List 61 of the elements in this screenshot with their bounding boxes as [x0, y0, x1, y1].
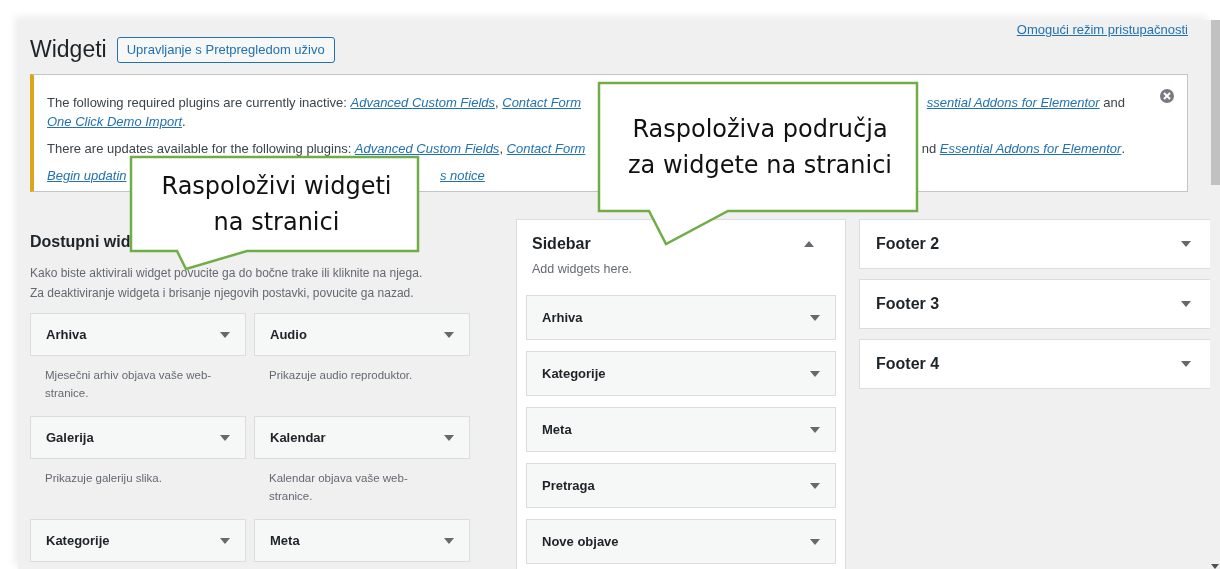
caret-down-icon[interactable] [220, 434, 230, 441]
widget-description: Prikazuje galeriju slika. [44, 471, 163, 486]
caret-down-icon[interactable] [810, 370, 820, 377]
notice-text: The following required plugins are currently inactive: [47, 95, 348, 110]
notice-text: . [1121, 141, 1125, 156]
caret-down-icon[interactable] [444, 434, 454, 441]
section-heading: Dostupni wid [30, 233, 132, 251]
plugin-link[interactable]: Contact Form [506, 141, 586, 156]
widget-item[interactable]: Kalendar [254, 416, 470, 459]
callout-text: Raspoloživi widgeti na stranici [161, 171, 392, 238]
live-preview-button[interactable]: Upravljanje s Pretpregledom uživo [116, 36, 335, 63]
plugin-link[interactable]: Begin updatin [47, 168, 127, 183]
caret-down-icon[interactable] [220, 537, 230, 544]
caret-down-icon[interactable] [220, 331, 230, 338]
caret-down-icon[interactable] [810, 538, 820, 545]
widget-item[interactable]: Meta [526, 407, 836, 452]
notice-text: nd [921, 141, 938, 156]
widget-area-title[interactable]: Footer 4 [876, 355, 940, 373]
plugin-link[interactable]: One Click Demo Import [47, 114, 183, 129]
callout-text: Raspoloživa područja za widgete na stranici [628, 114, 892, 181]
caret-down-icon[interactable] [1181, 361, 1191, 367]
widget-item[interactable]: Nove objave [526, 519, 836, 564]
caret-down-icon[interactable] [444, 537, 454, 544]
caret-down-icon[interactable] [1181, 241, 1191, 247]
widget-area-title[interactable]: Sidebar [532, 235, 591, 253]
widget-item[interactable]: Galerija [30, 416, 246, 459]
widget-item[interactable]: Audio [254, 313, 470, 356]
caret-down-icon[interactable] [810, 482, 820, 489]
widget-description: Mjesečni arhiv objava vaše web-stranice. [44, 368, 213, 401]
caret-down-icon[interactable] [810, 426, 820, 433]
caret-up-icon[interactable] [804, 241, 814, 247]
widget-area-description: Add widgets here. [531, 262, 634, 276]
widget-item[interactable]: Kategorije [30, 519, 246, 562]
widget-item[interactable]: Arhiva [30, 313, 246, 356]
plugin-link[interactable]: ssential Addons for Elementor [926, 95, 1100, 110]
widget-area-title[interactable]: Footer 2 [876, 235, 940, 253]
scroll-down-icon[interactable] [1211, 564, 1219, 569]
caret-down-icon[interactable] [1181, 301, 1191, 307]
widget-item[interactable]: Pretraga [526, 463, 836, 508]
widget-item[interactable]: Kategorije [526, 351, 836, 396]
plugin-link[interactable]: Contact Form [502, 95, 581, 110]
notice-text: , [495, 95, 500, 110]
notice-text: There are updates available for the following plugins: [47, 141, 353, 156]
caret-down-icon[interactable] [444, 331, 454, 338]
plugin-link[interactable]: Essential Addons for Elementor [939, 141, 1122, 156]
section-description: Kako biste aktivirali widget povucite ga do bočne trake ili kliknite na njega. Za deaktiviranje widgeta i brisanje njegovih postavki, povucite ga nazad. [30, 265, 424, 302]
close-icon[interactable] [1159, 88, 1175, 104]
widget-description: Kalendar objava vaše web-stranice. [268, 471, 409, 504]
widget-description: Prikazuje audio reproduktor. [268, 368, 414, 383]
widget-area-title[interactable]: Footer 3 [876, 295, 940, 313]
notice-text: , [499, 141, 504, 156]
plugin-link[interactable]: Advanced Custom Fields [350, 95, 495, 110]
widget-item[interactable]: Arhiva [526, 295, 836, 340]
scrollbar-thumb[interactable] [1210, 20, 1220, 185]
notice-text: and [1102, 95, 1125, 110]
page-title: Widgeti [30, 36, 107, 63]
plugin-link[interactable]: s notice [440, 168, 485, 183]
widget-item[interactable]: Meta [254, 519, 470, 562]
notice-text: . [182, 114, 186, 129]
caret-down-icon[interactable] [810, 314, 820, 321]
accessibility-link[interactable]: Omogući režim pristupačnosti [1016, 22, 1188, 37]
